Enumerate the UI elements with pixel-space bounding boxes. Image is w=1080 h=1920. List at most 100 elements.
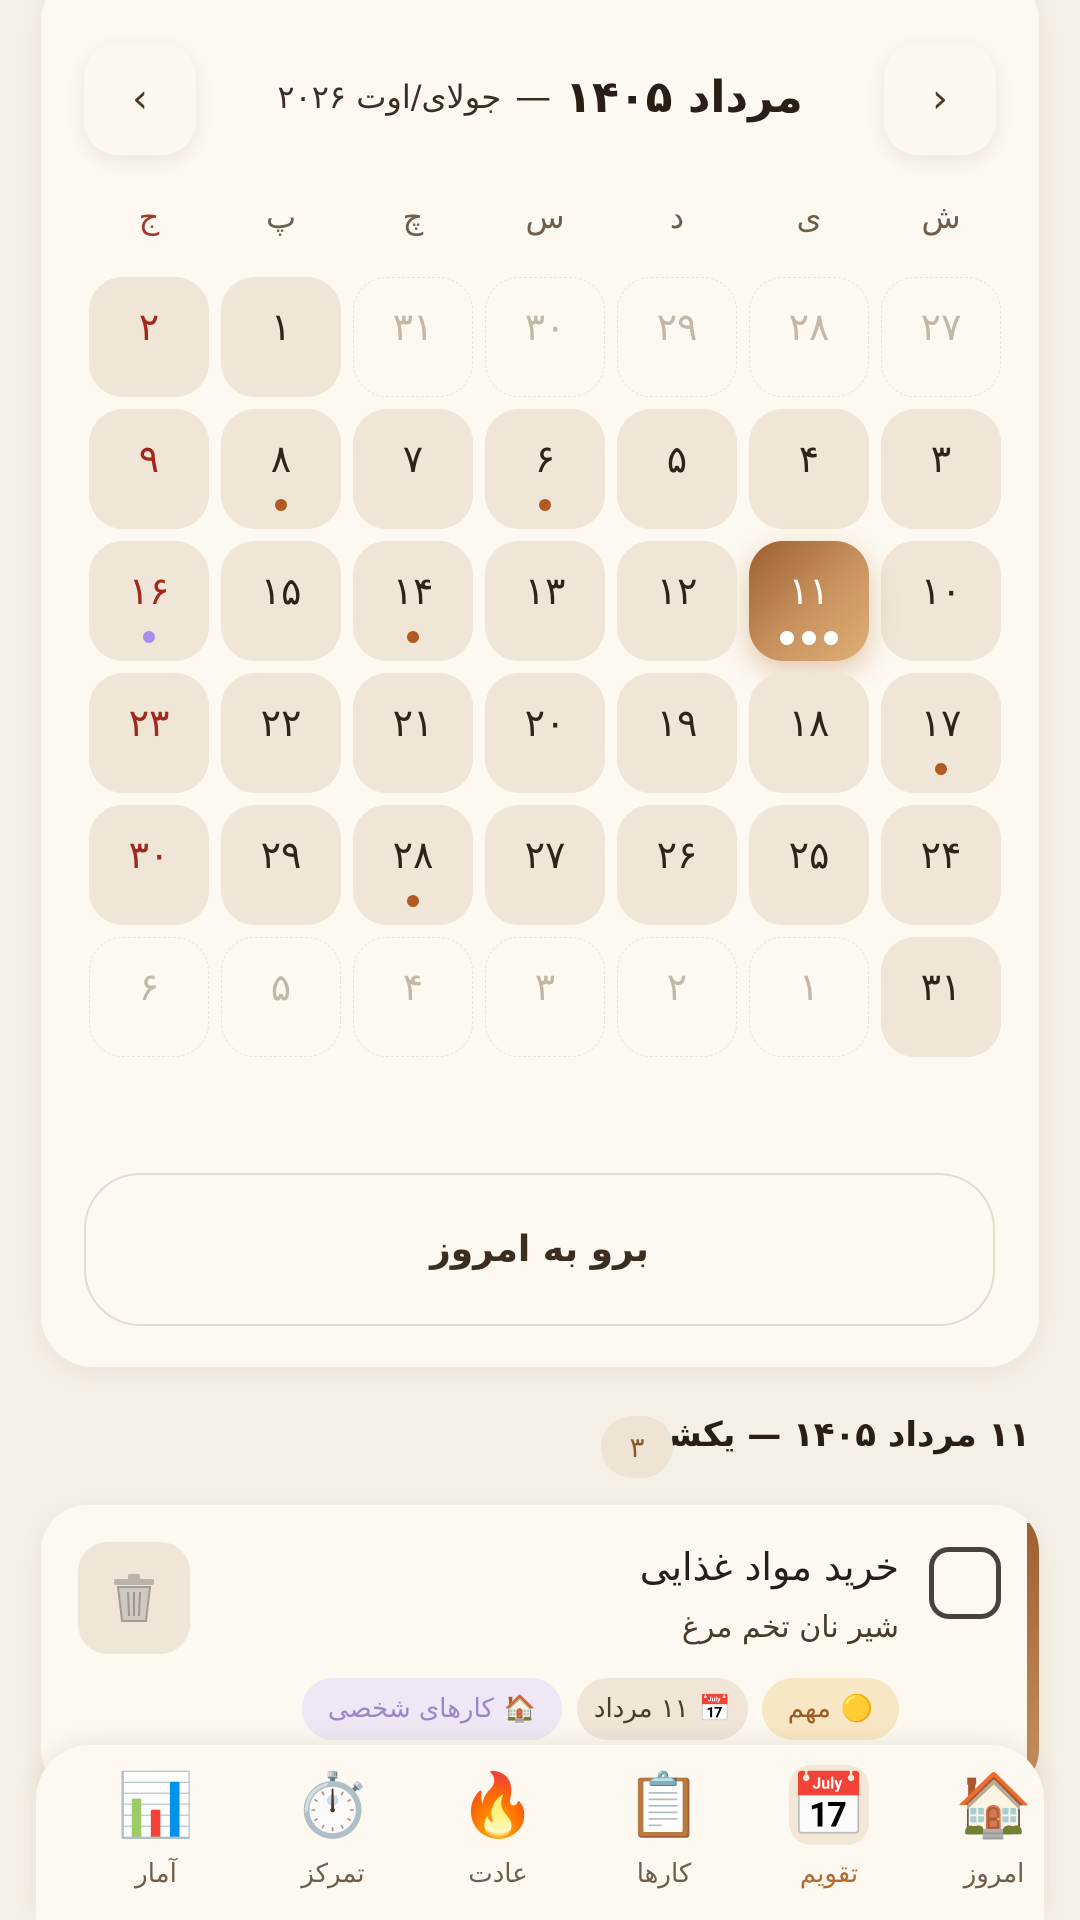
day-cell[interactable]: ۱۴ xyxy=(353,541,473,661)
day-cell[interactable]: ۱۶ xyxy=(89,541,209,661)
day-cell[interactable]: ۳۰ xyxy=(89,805,209,925)
day-cell[interactable]: ۱۷ xyxy=(881,673,1001,793)
event-dot xyxy=(539,499,551,511)
day-cell-outside: ۶ xyxy=(89,937,209,1057)
day-number: ۲۹ xyxy=(656,305,698,349)
task-title: خرید مواد غذایی xyxy=(639,1545,899,1589)
task-description: شیر نان تخم مرغ xyxy=(681,1610,899,1645)
day-cell-outside: ۵ xyxy=(221,937,341,1057)
event-dot xyxy=(407,631,419,643)
day-cell[interactable]: ۲۷ xyxy=(485,805,605,925)
day-number: ۲۸ xyxy=(392,833,434,877)
day-cell[interactable]: ۱۳ xyxy=(485,541,605,661)
nav-tab-tasks[interactable]: 📋 کارها xyxy=(589,1759,739,1909)
tasks-icon: 📋 xyxy=(624,1765,704,1845)
day-number: ۷ xyxy=(402,437,424,481)
day-number: ۲۵ xyxy=(788,833,830,877)
nav-tab-calendar[interactable]: 📅 تقویم xyxy=(754,1759,904,1909)
day-cell-outside: ۳ xyxy=(485,937,605,1057)
day-cell[interactable]: ۲۰ xyxy=(485,673,605,793)
day-cell[interactable]: ۲۹ xyxy=(221,805,341,925)
delete-task-button[interactable] xyxy=(78,1542,190,1654)
go-today-label: برو به امروز xyxy=(430,1229,649,1270)
day-number: ۲۱ xyxy=(392,701,434,745)
date-tag: 📅 ۱۱ مرداد xyxy=(577,1678,748,1740)
day-cell[interactable]: ۱۹ xyxy=(617,673,737,793)
day-cell[interactable]: ۲۸ xyxy=(353,805,473,925)
weekday-label: ج xyxy=(138,198,160,236)
day-number: ۴ xyxy=(402,965,424,1009)
day-cell-outside: ۴ xyxy=(353,937,473,1057)
task-accent-bar xyxy=(1027,1523,1039,1795)
event-dots xyxy=(749,631,869,645)
day-number: ۳۱ xyxy=(392,305,434,349)
day-cell[interactable]: ۵ xyxy=(617,409,737,529)
house-icon: 🏠 xyxy=(503,1694,537,1724)
day-cell-outside: ۱ xyxy=(749,937,869,1057)
category-label: کارهای شخصی xyxy=(327,1694,494,1724)
day-cell[interactable]: ۱۰ xyxy=(881,541,1001,661)
day-cell[interactable]: ۲۲ xyxy=(221,673,341,793)
day-number: ۶ xyxy=(534,437,556,481)
yellow-circle-icon: 🟡 xyxy=(840,1694,874,1724)
day-number: ۲ xyxy=(666,965,688,1009)
day-cell-outside: ۲۷ xyxy=(881,277,1001,397)
day-cell[interactable]: ۱ xyxy=(221,277,341,397)
day-number: ۱ xyxy=(270,305,292,349)
day-number: ۶ xyxy=(138,965,160,1009)
day-cell[interactable]: ۱۲ xyxy=(617,541,737,661)
weekday-label: ش xyxy=(921,198,961,236)
day-cell[interactable]: ۲۱ xyxy=(353,673,473,793)
day-cell[interactable]: ۲۶ xyxy=(617,805,737,925)
day-number: ۳ xyxy=(534,965,556,1009)
event-dot xyxy=(143,631,155,643)
focus-emoji: ⏱️ xyxy=(294,1768,372,1841)
nav-tab-stats[interactable]: 📊 آمار xyxy=(81,1759,231,1909)
nav-label: آمار xyxy=(135,1859,177,1889)
day-cell[interactable]: ۸ xyxy=(221,409,341,529)
title-separator: — xyxy=(515,76,552,118)
day-cell[interactable]: ۲۳ xyxy=(89,673,209,793)
nav-tab-today[interactable]: 🏠 امروز xyxy=(919,1759,1069,1909)
day-cell-today[interactable]: ۱۱ xyxy=(749,541,869,661)
day-cell[interactable]: ۱۵ xyxy=(221,541,341,661)
day-cell[interactable]: ۶ xyxy=(485,409,605,529)
day-number: ۵ xyxy=(666,437,688,481)
nav-label: تمرکز xyxy=(301,1859,365,1889)
next-month-button[interactable]: › xyxy=(884,43,996,155)
day-cell[interactable]: ۲ xyxy=(89,277,209,397)
day-number: ۳۰ xyxy=(128,833,170,877)
day-cell[interactable]: ۹ xyxy=(89,409,209,529)
stats-emoji: 📊 xyxy=(117,1768,195,1841)
day-cell[interactable]: ۳۱ xyxy=(881,937,1001,1057)
day-number: ۲ xyxy=(138,305,160,349)
tasks-emoji: 📋 xyxy=(625,1768,703,1841)
day-cell-outside: ۲ xyxy=(617,937,737,1057)
day-number: ۱ xyxy=(798,965,820,1009)
day-cell[interactable]: ۲۵ xyxy=(749,805,869,925)
nav-label: عادت xyxy=(468,1859,528,1889)
day-cell[interactable]: ۲۴ xyxy=(881,805,1001,925)
day-number: ۱۳ xyxy=(524,569,566,613)
day-cell[interactable]: ۴ xyxy=(749,409,869,529)
nav-tab-focus[interactable]: ⏱️ تمرکز xyxy=(258,1759,408,1909)
nav-label: امروز xyxy=(963,1859,1025,1889)
trash-icon xyxy=(114,1574,154,1622)
event-dot xyxy=(275,499,287,511)
day-number: ۲۴ xyxy=(920,833,962,877)
stats-icon: 📊 xyxy=(116,1765,196,1845)
day-cell[interactable]: ۱۸ xyxy=(749,673,869,793)
day-number: ۵ xyxy=(270,965,292,1009)
nav-tab-habit[interactable]: 🔥 عادت xyxy=(423,1759,573,1909)
event-dot xyxy=(935,763,947,775)
weekday-label: س xyxy=(525,198,565,236)
today-icon: 🏠 xyxy=(954,1765,1034,1845)
day-number: ۴ xyxy=(798,437,820,481)
task-checkbox[interactable] xyxy=(929,1547,1001,1619)
nav-label: تقویم xyxy=(799,1859,859,1889)
day-cell[interactable]: ۷ xyxy=(353,409,473,529)
chevron-left-icon: ‹ xyxy=(132,76,148,122)
go-today-button[interactable]: برو به امروز xyxy=(84,1173,995,1326)
day-cell[interactable]: ۳ xyxy=(881,409,1001,529)
habit-emoji: 🔥 xyxy=(459,1768,537,1841)
